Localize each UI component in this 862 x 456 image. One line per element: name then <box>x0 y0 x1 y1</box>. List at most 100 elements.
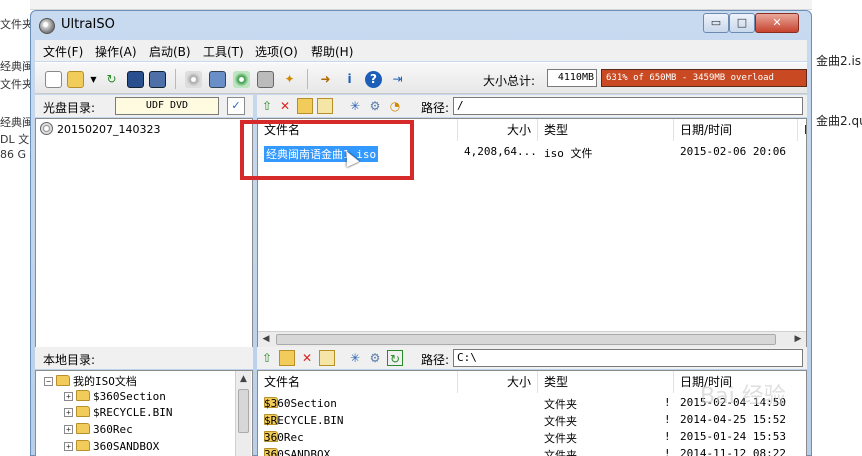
properties-icon[interactable]: ✓ <box>227 97 245 115</box>
local-pane-toolbar: ⇧ ✕ ✳ ⚙ ↻ 路径: C:\ <box>257 347 807 369</box>
up-folder-icon[interactable]: ⇧ <box>259 350 275 366</box>
disc-tree-root-label: 20150207_140323 <box>57 123 161 136</box>
settings-gear-icon[interactable]: ⚙ <box>367 98 383 114</box>
help-icon[interactable]: ? <box>365 71 382 88</box>
menu-tools[interactable]: 工具(T) <box>203 43 244 60</box>
ultraiso-window: UltraISO ▭ □ ✕ 文件(F) 操作(A) 启动(B) 工具(T) 选… <box>30 10 812 456</box>
table-row[interactable]: 360SANDBOX 文件夹 ! 2014-11-12 08:22 <box>258 446 806 456</box>
rename-icon[interactable] <box>319 350 335 366</box>
file-type: iso 文件 <box>544 147 593 160</box>
background-text: 经典闽 <box>0 116 33 129</box>
col-size[interactable]: 大小 <box>458 119 538 141</box>
file-flag: ! <box>664 430 671 443</box>
menu-actions[interactable]: 操作(A) <box>95 43 137 60</box>
new-icon[interactable] <box>45 71 62 88</box>
save-icon[interactable] <box>127 71 144 88</box>
disc-icon <box>40 122 53 135</box>
expand-icon[interactable]: + <box>64 425 73 434</box>
col-type[interactable]: 类型 <box>538 119 674 141</box>
col-extra[interactable]: L <box>798 119 806 141</box>
col-date[interactable]: 日期/时间 <box>674 119 798 141</box>
rename-icon[interactable] <box>317 98 333 114</box>
col-type[interactable]: 类型 <box>538 371 674 393</box>
tree-item[interactable]: + $360Section <box>64 390 166 403</box>
toolbar-separator <box>307 69 308 89</box>
file-date: 2015-02-06 20:06 <box>680 145 786 158</box>
settings-gear-icon[interactable]: ⚙ <box>367 350 383 366</box>
refresh-icon[interactable]: ↻ <box>387 350 403 366</box>
file-size: 4,208,64... <box>464 145 537 158</box>
menu-bootable[interactable]: 启动(B) <box>149 43 191 60</box>
path-label: 路径: <box>421 353 450 367</box>
iso-pane-toolbar: ⇧ ✕ ✳ ⚙ ◔ 路径: / <box>257 95 807 117</box>
local-directory-bar: 本地目录: <box>35 347 253 369</box>
new-folder-icon[interactable] <box>297 98 313 114</box>
scroll-thumb[interactable] <box>238 389 249 433</box>
col-name[interactable]: 文件名 <box>258 371 458 393</box>
menu-file[interactable]: 文件(F) <box>43 43 83 60</box>
menu-help[interactable]: 帮助(H) <box>311 43 353 60</box>
menu-options[interactable]: 选项(O) <box>255 43 298 60</box>
delete-icon[interactable]: ✕ <box>277 98 293 114</box>
burn-icon[interactable] <box>185 71 202 88</box>
file-flag: ! <box>664 396 671 409</box>
scroll-right-icon[interactable]: ▶ <box>790 332 806 347</box>
save-as-icon[interactable] <box>149 71 166 88</box>
scroll-left-icon[interactable]: ◀ <box>258 332 274 347</box>
highlight-annotation-box <box>240 120 414 180</box>
path-label: 路径: <box>421 101 450 115</box>
scroll-thumb[interactable] <box>276 334 776 345</box>
open-icon[interactable] <box>67 71 84 88</box>
up-folder-icon[interactable]: ⇧ <box>259 98 275 114</box>
dropdown-icon[interactable]: ▼ <box>85 71 102 88</box>
iso-horizontal-scrollbar[interactable]: ◀ ▶ <box>258 331 806 347</box>
disc-tree-root[interactable]: 20150207_140323 <box>40 122 160 136</box>
expand-icon[interactable]: + <box>64 408 73 417</box>
extract-icon[interactable]: ➜ <box>317 71 334 88</box>
file-type: 文件夹 <box>544 432 577 445</box>
new-folder-icon[interactable] <box>279 350 295 366</box>
virtual-drive-icon[interactable] <box>257 71 274 88</box>
info-icon[interactable]: i <box>341 71 358 88</box>
add-files-icon[interactable]: ✳ <box>347 98 363 114</box>
tree-item[interactable]: +360SANDBOX <box>64 440 159 453</box>
compress-icon[interactable] <box>233 71 250 88</box>
background-text: 金曲2.is <box>816 54 862 68</box>
close-button[interactable]: ✕ <box>755 13 799 33</box>
file-type: 文件夹 <box>544 449 577 456</box>
tree-item-label: 360SANDBOX <box>93 440 160 453</box>
iso-path-field[interactable]: / <box>453 97 803 115</box>
table-row[interactable]: 360Rec 文件夹 ! 2015-01-24 15:53 <box>258 429 806 446</box>
volume-label-field[interactable]: UDF DVD <box>115 97 219 115</box>
tree-item[interactable]: +360Rec <box>64 423 133 436</box>
tree-item[interactable]: − 我的ISO文档 <box>44 373 137 389</box>
refresh-icon[interactable]: ◔ <box>387 98 403 114</box>
minimize-button[interactable]: ▭ <box>703 13 729 33</box>
title-bar[interactable]: UltraISO ▭ □ ✕ <box>31 11 811 39</box>
mount-icon[interactable] <box>209 71 226 88</box>
expand-icon[interactable]: + <box>64 442 73 451</box>
disc-icon <box>39 18 55 34</box>
expand-icon[interactable]: + <box>64 392 73 401</box>
delete-icon[interactable]: ✕ <box>299 350 315 366</box>
tree-item-label: 360Rec <box>93 423 133 436</box>
background-explorer-right: 金曲2.is 金曲2.qu <box>812 0 862 456</box>
tree-item[interactable]: + $RECYCLE.BIN <box>64 406 172 419</box>
collapse-icon[interactable]: − <box>44 377 53 386</box>
toolbar-separator <box>175 69 176 89</box>
reload-icon[interactable]: ↻ <box>103 71 120 88</box>
file-name: 360Rec <box>264 431 304 444</box>
add-files-icon[interactable]: ✳ <box>347 350 363 366</box>
scroll-up-icon[interactable]: ▲ <box>236 371 251 387</box>
local-path-field[interactable]: C:\ <box>453 349 803 367</box>
exit-icon[interactable]: ⇥ <box>389 71 406 88</box>
file-name: $RECYCLE.BIN <box>264 414 344 427</box>
table-row[interactable]: $RECYCLE.BIN 文件夹 ! 2014-04-25 15:52 <box>258 412 806 429</box>
menu-bar: 文件(F) 操作(A) 启动(B) 工具(T) 选项(O) 帮助(H) <box>35 40 807 61</box>
col-size[interactable]: 大小 <box>458 371 538 393</box>
boot-icon[interactable]: ✦ <box>281 71 298 88</box>
background-text: 文件夹 <box>0 18 33 31</box>
local-tree-scrollbar[interactable]: ▲ <box>235 371 251 456</box>
capacity-bar[interactable]: 631% of 650MB - 3459MB overload <box>601 69 807 87</box>
maximize-button[interactable]: □ <box>729 13 755 33</box>
